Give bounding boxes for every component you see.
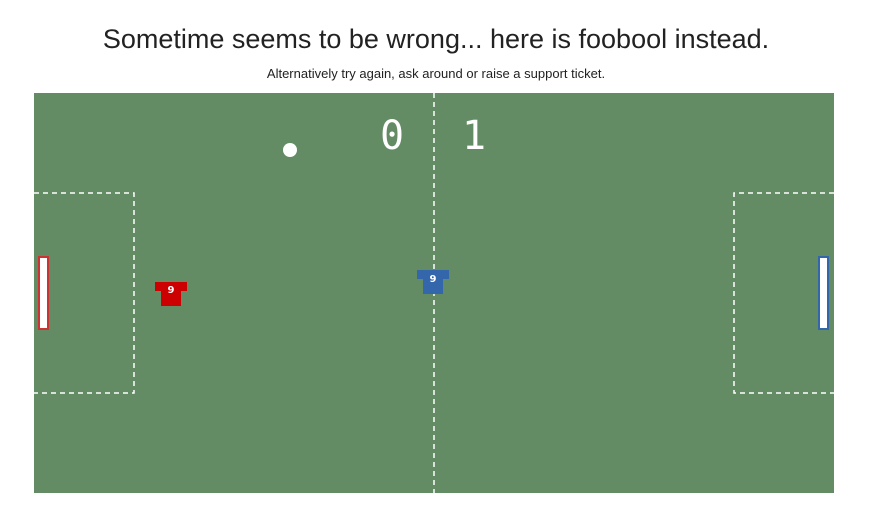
page-title: Sometime seems to be wrong... here is fo… (102, 24, 770, 54)
error-page: Sometime seems to be wrong... here is fo… (0, 0, 872, 532)
right-goal (818, 256, 829, 330)
blue-player-number: 9 (430, 274, 437, 285)
score-right: 1 (462, 113, 486, 159)
score-left: 0 (380, 113, 404, 159)
red-player-number: 9 (168, 285, 175, 296)
page-subtitle: Alternatively try again, ask around or r… (266, 66, 606, 81)
game-field[interactable]: 0 1 9 9 (34, 93, 834, 493)
left-goal (38, 256, 49, 330)
ball[interactable] (283, 143, 297, 157)
pitch-canvas[interactable]: 0 1 9 9 (34, 93, 834, 493)
